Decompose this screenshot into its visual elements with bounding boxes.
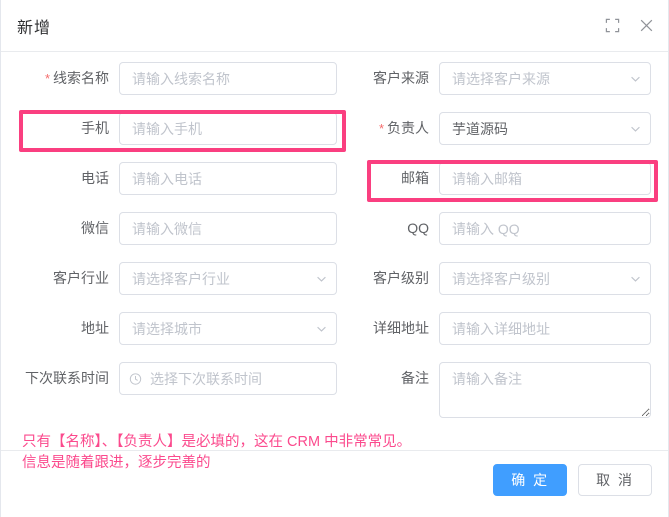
field-row-customer-industry: 客户行业 [1,262,347,312]
field-row-qq: QQ [347,212,668,262]
field-row-next-contact-time: 下次联系时间 [1,362,347,412]
field-remark [439,362,651,423]
annotation-line-2: 信息是随着跟进，逐步完善的 [22,453,411,474]
annotation-line-1: 只有【名称】、【负责人】是必填的，这在 CRM 中非常常见。 [22,432,411,453]
email-input[interactable] [439,162,651,195]
field-owner [439,112,651,145]
close-icon[interactable] [638,18,654,34]
field-mobile [119,112,337,145]
field-row-lead-name: *线索名称 [1,62,347,112]
field-detail-address [439,312,651,345]
dialog-body: *线索名称 手机 电话 [1,52,668,450]
field-telephone [119,162,337,195]
required-asterisk: * [379,121,384,136]
field-row-remark: 备注 [347,362,668,420]
detail-address-input[interactable] [439,312,651,345]
form-left-column: *线索名称 手机 电话 [1,62,347,412]
mobile-input[interactable] [119,112,337,145]
field-wechat [119,212,337,245]
telephone-input[interactable] [119,162,337,195]
customer-industry-select[interactable] [119,262,337,295]
label-address: 地址 [1,312,119,344]
field-address [119,312,337,345]
label-next-contact-time: 下次联系时间 [1,362,119,394]
field-row-telephone: 电话 [1,162,347,212]
fullscreen-icon[interactable] [604,18,620,34]
field-customer-industry [119,262,337,295]
lead-name-input[interactable] [119,62,337,95]
field-row-owner: *负责人 [347,112,668,162]
field-row-mobile: 手机 [1,112,347,162]
dialog-header: 新增 [1,0,668,52]
customer-source-select[interactable] [439,62,651,95]
label-qq: QQ [347,212,439,244]
field-email [439,162,651,195]
add-lead-dialog: 新增 [0,0,669,517]
dialog-header-actions [604,18,654,34]
next-contact-time-picker[interactable] [119,362,337,395]
address-city-select[interactable] [119,312,337,345]
label-telephone: 电话 [1,162,119,194]
field-row-detail-address: 详细地址 [347,312,668,362]
label-mobile: 手机 [1,112,119,144]
dialog-title: 新增 [17,14,51,38]
field-row-customer-level: 客户级别 [347,262,668,312]
form-right-column: 客户来源 *负责人 [347,62,668,420]
label-customer-source: 客户来源 [347,62,439,94]
label-lead-name: *线索名称 [1,62,119,95]
customer-level-select[interactable] [439,262,651,295]
label-customer-industry: 客户行业 [1,262,119,294]
qq-input[interactable] [439,212,651,245]
cancel-button[interactable]: 取 消 [578,464,652,496]
remark-textarea[interactable] [439,362,651,418]
field-customer-source [439,62,651,95]
required-asterisk: * [45,71,50,86]
field-row-wechat: 微信 [1,212,347,262]
owner-select[interactable] [439,112,651,145]
field-lead-name [119,62,337,95]
field-customer-level [439,262,651,295]
field-row-customer-source: 客户来源 [347,62,668,112]
label-remark: 备注 [347,362,439,394]
label-wechat: 微信 [1,212,119,244]
label-detail-address: 详细地址 [347,312,439,344]
field-qq [439,212,651,245]
field-row-email: 邮箱 [347,162,668,212]
field-row-address: 地址 [1,312,347,362]
label-owner: *负责人 [347,112,439,145]
wechat-input[interactable] [119,212,337,245]
label-customer-level: 客户级别 [347,262,439,294]
label-email: 邮箱 [347,162,439,194]
confirm-button[interactable]: 确 定 [493,464,567,496]
annotation-note: 只有【名称】、【负责人】是必填的，这在 CRM 中非常常见。 信息是随着跟进，逐… [22,432,411,474]
field-next-contact-time [119,362,337,395]
